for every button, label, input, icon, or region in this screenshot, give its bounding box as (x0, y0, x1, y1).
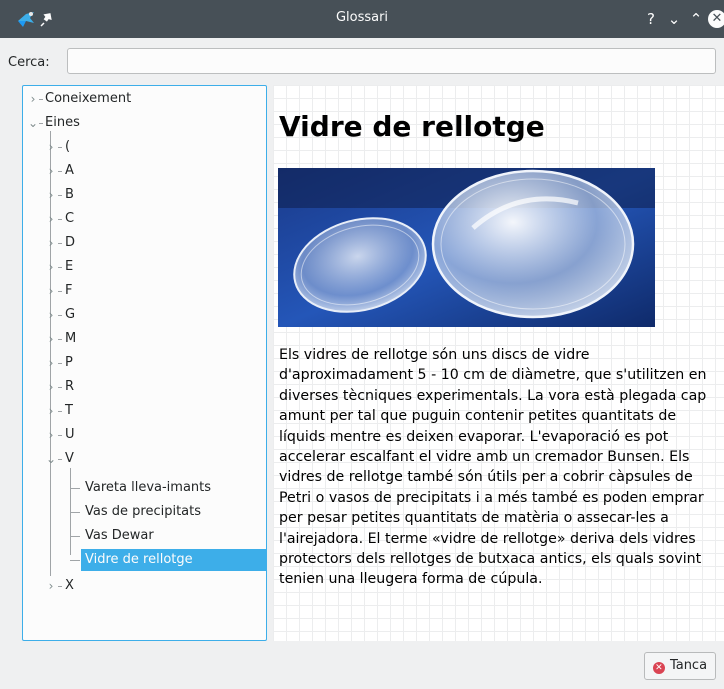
tree-connector (58, 243, 62, 244)
tree-item-vidre-de-rellotge[interactable]: Vidre de rellotge (81, 549, 266, 571)
chevron-right-icon[interactable]: › (45, 424, 57, 446)
tree-item-g[interactable]: › G (23, 304, 266, 326)
tree-connector (58, 219, 62, 220)
search-input[interactable] (67, 48, 716, 74)
chevron-right-icon[interactable]: › (45, 400, 57, 422)
tree-item-d[interactable]: › D (23, 232, 266, 254)
tree-connector (58, 363, 62, 364)
tree-item-m[interactable]: › M (23, 328, 266, 350)
tree-connector (70, 560, 80, 561)
window-titlebar: Glossari ? ⌄ ⌃ ✕ (0, 0, 724, 38)
tree-item-paren[interactable]: › ( (23, 136, 266, 158)
close-button-label: Tanca (669, 658, 708, 673)
tree-connector (58, 586, 62, 587)
chevron-right-icon[interactable]: › (45, 280, 57, 302)
tree-item-vas-dewar[interactable]: Vas Dewar (81, 525, 266, 547)
chevron-right-icon[interactable]: › (27, 88, 39, 110)
chevron-right-icon[interactable]: › (45, 232, 57, 254)
tree-connector (58, 387, 62, 388)
chevron-down-icon[interactable]: ⌄ (27, 112, 39, 134)
tree-item-v[interactable]: ⌄ V (23, 448, 266, 470)
tree-connector (70, 488, 80, 489)
tree-connector (58, 195, 62, 196)
chevron-right-icon[interactable]: › (45, 136, 57, 158)
chevron-right-icon[interactable]: › (45, 160, 57, 182)
tree-connector (39, 123, 43, 124)
tree-connector (58, 339, 62, 340)
chevron-right-icon[interactable]: › (45, 376, 57, 398)
tree-item-c[interactable]: › C (23, 208, 266, 230)
window-title: Glossari (335, 10, 389, 25)
tree-item-p[interactable]: › P (23, 352, 266, 374)
tree-connector (58, 171, 62, 172)
chevron-right-icon[interactable]: › (45, 352, 57, 374)
tree-connector (58, 435, 62, 436)
minimize-button[interactable]: ⌄ (665, 9, 683, 29)
tree-connector (70, 512, 80, 513)
tree-item-coneixement[interactable]: › Coneixement (23, 88, 266, 110)
close-button[interactable]: ✕ Tanca (644, 652, 716, 680)
search-label: Cerca: (8, 55, 50, 70)
close-icon: ✕ (652, 662, 665, 674)
chevron-right-icon[interactable]: › (45, 304, 57, 326)
article-title: Vidre de rellotge (279, 110, 545, 143)
tree-item-e[interactable]: › E (23, 256, 266, 278)
tree-item-vareta-lleva-imants[interactable]: Vareta lleva-imants (81, 477, 266, 499)
article-body: Els vidres de rellotge són uns discs de … (279, 347, 707, 588)
tree-item-x[interactable]: › X (23, 575, 266, 597)
watch-glass-image (278, 168, 655, 327)
tree-item-a[interactable]: › A (23, 160, 266, 182)
tree-connector (58, 267, 62, 268)
chevron-right-icon[interactable]: › (45, 184, 57, 206)
chevron-right-icon[interactable]: › (45, 575, 57, 597)
tree-connector (70, 536, 80, 537)
chevron-right-icon[interactable]: › (45, 208, 57, 230)
chevron-right-icon[interactable]: › (45, 256, 57, 278)
tree-item-vas-de-precipitats[interactable]: Vas de precipitats (81, 501, 266, 523)
tree-connector (58, 315, 62, 316)
tree-item-u[interactable]: › U (23, 424, 266, 446)
glossary-tree[interactable]: › Coneixement ⌄ Eines › ( › A › B › C › … (22, 85, 267, 641)
chevron-right-icon[interactable]: › (45, 328, 57, 350)
tree-item-r[interactable]: › R (23, 376, 266, 398)
tree-item-t[interactable]: › T (23, 400, 266, 422)
close-window-button[interactable]: ✕ (708, 10, 724, 28)
tree-item-eines[interactable]: ⌄ Eines (23, 112, 266, 134)
tree-item-b[interactable]: › B (23, 184, 266, 206)
tree-connector (58, 147, 62, 148)
tree-connector (39, 99, 43, 100)
tree-connector (58, 291, 62, 292)
tree-item-f[interactable]: › F (23, 280, 266, 302)
chevron-down-icon[interactable]: ⌄ (45, 448, 57, 470)
maximize-button[interactable]: ⌃ (687, 9, 705, 29)
tree-connector (58, 459, 62, 460)
tree-connector (58, 411, 62, 412)
help-button[interactable]: ? (642, 9, 660, 29)
article-view[interactable]: Vidre de rellotge Els vidres de rellotge… (273, 85, 724, 641)
